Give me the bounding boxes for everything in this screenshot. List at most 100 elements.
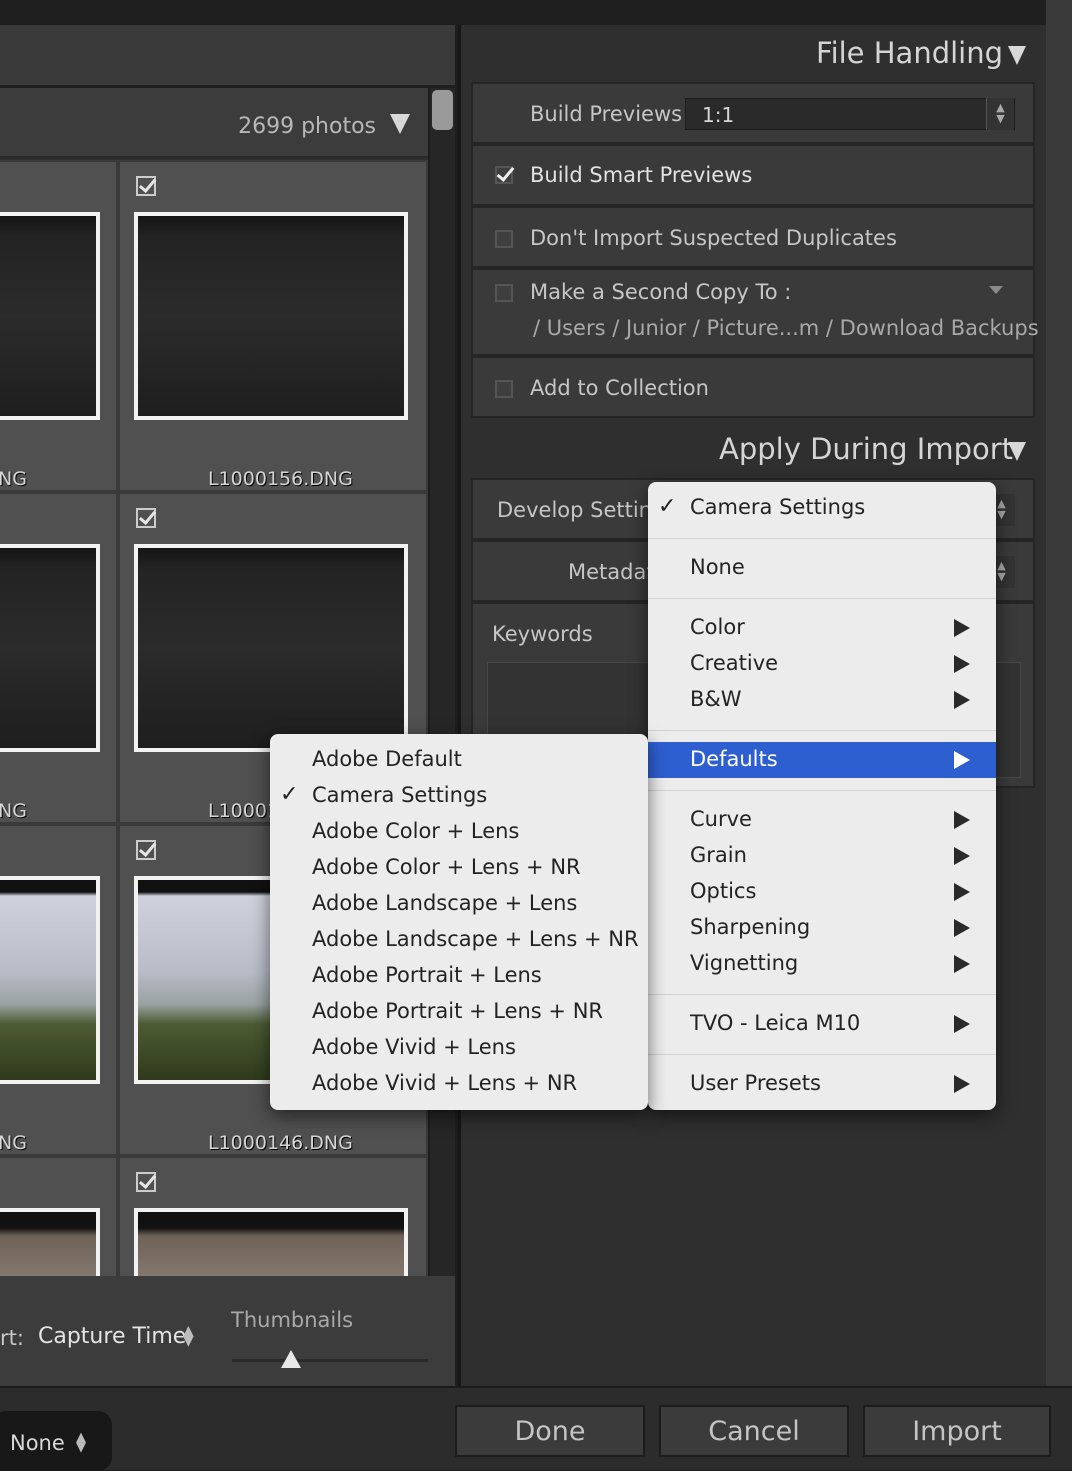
menu-item-adobe-vivid-lens-nr[interactable]: Adobe Vivid + Lens + NR — [312, 1071, 577, 1095]
submenu-arrow-icon — [954, 847, 970, 865]
menu-item-adobe-color-lens-nr[interactable]: Adobe Color + Lens + NR — [312, 855, 581, 879]
menu-item-tvo-leica[interactable]: TVO - Leica M10 — [690, 1011, 860, 1035]
cancel-button[interactable]: Cancel — [659, 1405, 849, 1457]
menu-item-creative[interactable]: Creative — [690, 651, 778, 675]
import-button[interactable]: Import — [863, 1405, 1051, 1457]
develop-settings-label: Develop Setting — [497, 498, 666, 522]
photo-cell[interactable]: NG — [0, 492, 118, 824]
select-arrows-icon: ▲ ▼ — [76, 1430, 86, 1455]
build-smart-previews-checkbox[interactable] — [495, 166, 513, 184]
submenu-arrow-icon — [954, 1075, 970, 1093]
menu-separator — [648, 730, 996, 731]
menu-item-adobe-landscape-lens[interactable]: Adobe Landscape + Lens — [312, 891, 577, 915]
menu-item-defaults-label: Defaults — [690, 747, 778, 771]
photo-cell[interactable]: L1000156.DNG — [118, 160, 428, 492]
dont-import-duplicates-row[interactable]: Don't Import Suspected Duplicates — [471, 206, 1035, 268]
photo-thumbnail[interactable] — [134, 1208, 408, 1276]
checkbox-icon[interactable] — [136, 176, 156, 196]
photo-thumbnail[interactable] — [0, 544, 100, 752]
submenu-arrow-icon — [954, 811, 970, 829]
build-previews-label: Build Previews — [530, 102, 683, 126]
photo-thumbnail[interactable] — [0, 876, 100, 1084]
photo-filename: NG — [0, 468, 27, 490]
metadata-label: Metadat — [568, 560, 655, 584]
done-button[interactable]: Done — [455, 1405, 645, 1457]
checkbox-icon[interactable] — [136, 840, 156, 860]
photo-thumbnail[interactable] — [134, 212, 408, 420]
grid-header: 2699 photos — [0, 88, 428, 158]
checkbox-icon[interactable] — [136, 1172, 156, 1192]
submenu-arrow-icon — [954, 883, 970, 901]
dont-import-duplicates-checkbox[interactable] — [495, 230, 513, 248]
menu-separator — [648, 1054, 996, 1055]
apply-during-import-title: Apply During Import — [719, 432, 1014, 466]
menu-item-camera-settings[interactable]: Camera Settings — [690, 495, 865, 519]
submenu-arrow-icon — [954, 1015, 970, 1033]
stepper-arrows-icon[interactable]: ▲ ▼ — [986, 98, 1014, 130]
scrollbar-thumb[interactable] — [432, 90, 453, 130]
menu-separator — [648, 994, 996, 995]
menu-separator — [648, 598, 996, 599]
photo-count: 2699 photos — [238, 114, 376, 139]
second-copy-label: Make a Second Copy To : — [530, 280, 792, 304]
photo-cell[interactable]: NG — [0, 160, 118, 492]
menu-item-adobe-color-lens[interactable]: Adobe Color + Lens — [312, 819, 519, 843]
menu-item-grain[interactable]: Grain — [690, 843, 747, 867]
menu-item-adobe-landscape-lens-nr[interactable]: Adobe Landscape + Lens + NR — [312, 927, 639, 951]
build-previews-value: 1:1 — [702, 103, 735, 127]
photo-filename: L1000146.DNG — [208, 1132, 353, 1154]
menu-item-adobe-default[interactable]: Adobe Default — [312, 747, 462, 771]
import-preset-select[interactable]: None ▲ ▼ — [0, 1411, 112, 1471]
slider-knob-icon[interactable] — [280, 1350, 301, 1368]
disclosure-triangle-icon[interactable] — [390, 114, 410, 134]
photo-cell[interactable]: NG — [0, 824, 118, 1156]
menu-item-adobe-vivid-lens[interactable]: Adobe Vivid + Lens — [312, 1035, 516, 1059]
checkbox-icon[interactable] — [136, 508, 156, 528]
grid-toolbar — [0, 25, 455, 86]
checkmark-icon: ✓ — [280, 782, 299, 807]
second-copy-row[interactable]: Make a Second Copy To : / Users / Junior… — [471, 268, 1039, 356]
photo-thumbnail[interactable] — [0, 1208, 100, 1276]
submenu-arrow-icon — [954, 955, 970, 973]
develop-settings-menu: ✓ Camera Settings None Color Creative B&… — [648, 482, 996, 1110]
menu-item-curve[interactable]: Curve — [690, 807, 752, 831]
menu-item-vignetting[interactable]: Vignetting — [690, 951, 798, 975]
defaults-submenu: Adobe Default ✓ Camera Settings Adobe Co… — [270, 734, 648, 1110]
build-smart-previews-row[interactable]: Build Smart Previews — [471, 144, 1035, 206]
build-previews-select[interactable]: 1:1 ▲ ▼ — [685, 98, 1015, 130]
window-title-strip — [0, 0, 1072, 25]
photo-thumbnail[interactable] — [134, 544, 408, 752]
menu-item-defaults[interactable]: Defaults — [648, 742, 996, 778]
add-to-collection-label: Add to Collection — [530, 376, 709, 400]
menu-item-sharpening[interactable]: Sharpening — [690, 915, 810, 939]
thumbnail-size-slider[interactable] — [232, 1359, 428, 1362]
photo-filename: L10001 — [208, 800, 280, 822]
submenu-arrow-icon — [954, 751, 970, 769]
menu-item-user-presets[interactable]: User Presets — [690, 1071, 821, 1095]
dropdown-arrow-icon[interactable] — [989, 286, 1003, 294]
section-collapse-triangle-icon[interactable] — [1008, 442, 1026, 461]
panel-edge — [1046, 0, 1072, 1386]
second-copy-checkbox[interactable] — [495, 284, 513, 302]
submenu-arrow-icon — [954, 691, 970, 709]
menu-item-adobe-portrait-lens[interactable]: Adobe Portrait + Lens — [312, 963, 542, 987]
photo-thumbnail[interactable] — [0, 212, 100, 420]
add-to-collection-checkbox[interactable] — [495, 380, 513, 398]
menu-item-none[interactable]: None — [690, 555, 745, 579]
sort-select[interactable]: Capture Time — [38, 1324, 186, 1349]
menu-item-adobe-portrait-lens-nr[interactable]: Adobe Portrait + Lens + NR — [312, 999, 603, 1023]
menu-item-bw[interactable]: B&W — [690, 687, 742, 711]
photo-cell[interactable] — [0, 1156, 118, 1276]
menu-item-optics[interactable]: Optics — [690, 879, 756, 903]
sort-select-arrows-icon[interactable]: ▲ ▼ — [183, 1324, 194, 1348]
submenu-arrow-icon — [954, 919, 970, 937]
photo-cell[interactable] — [118, 1156, 428, 1276]
keywords-label: Keywords — [492, 622, 593, 646]
menu-item-camera-settings[interactable]: Camera Settings — [312, 783, 487, 807]
second-copy-path: / Users / Junior / Picture...m / Downloa… — [533, 316, 1039, 340]
menu-separator — [648, 790, 996, 791]
checkmark-icon: ✓ — [658, 494, 677, 519]
menu-item-color[interactable]: Color — [690, 615, 745, 639]
section-collapse-triangle-icon[interactable] — [1008, 46, 1026, 65]
add-to-collection-row[interactable]: Add to Collection — [471, 356, 1035, 418]
